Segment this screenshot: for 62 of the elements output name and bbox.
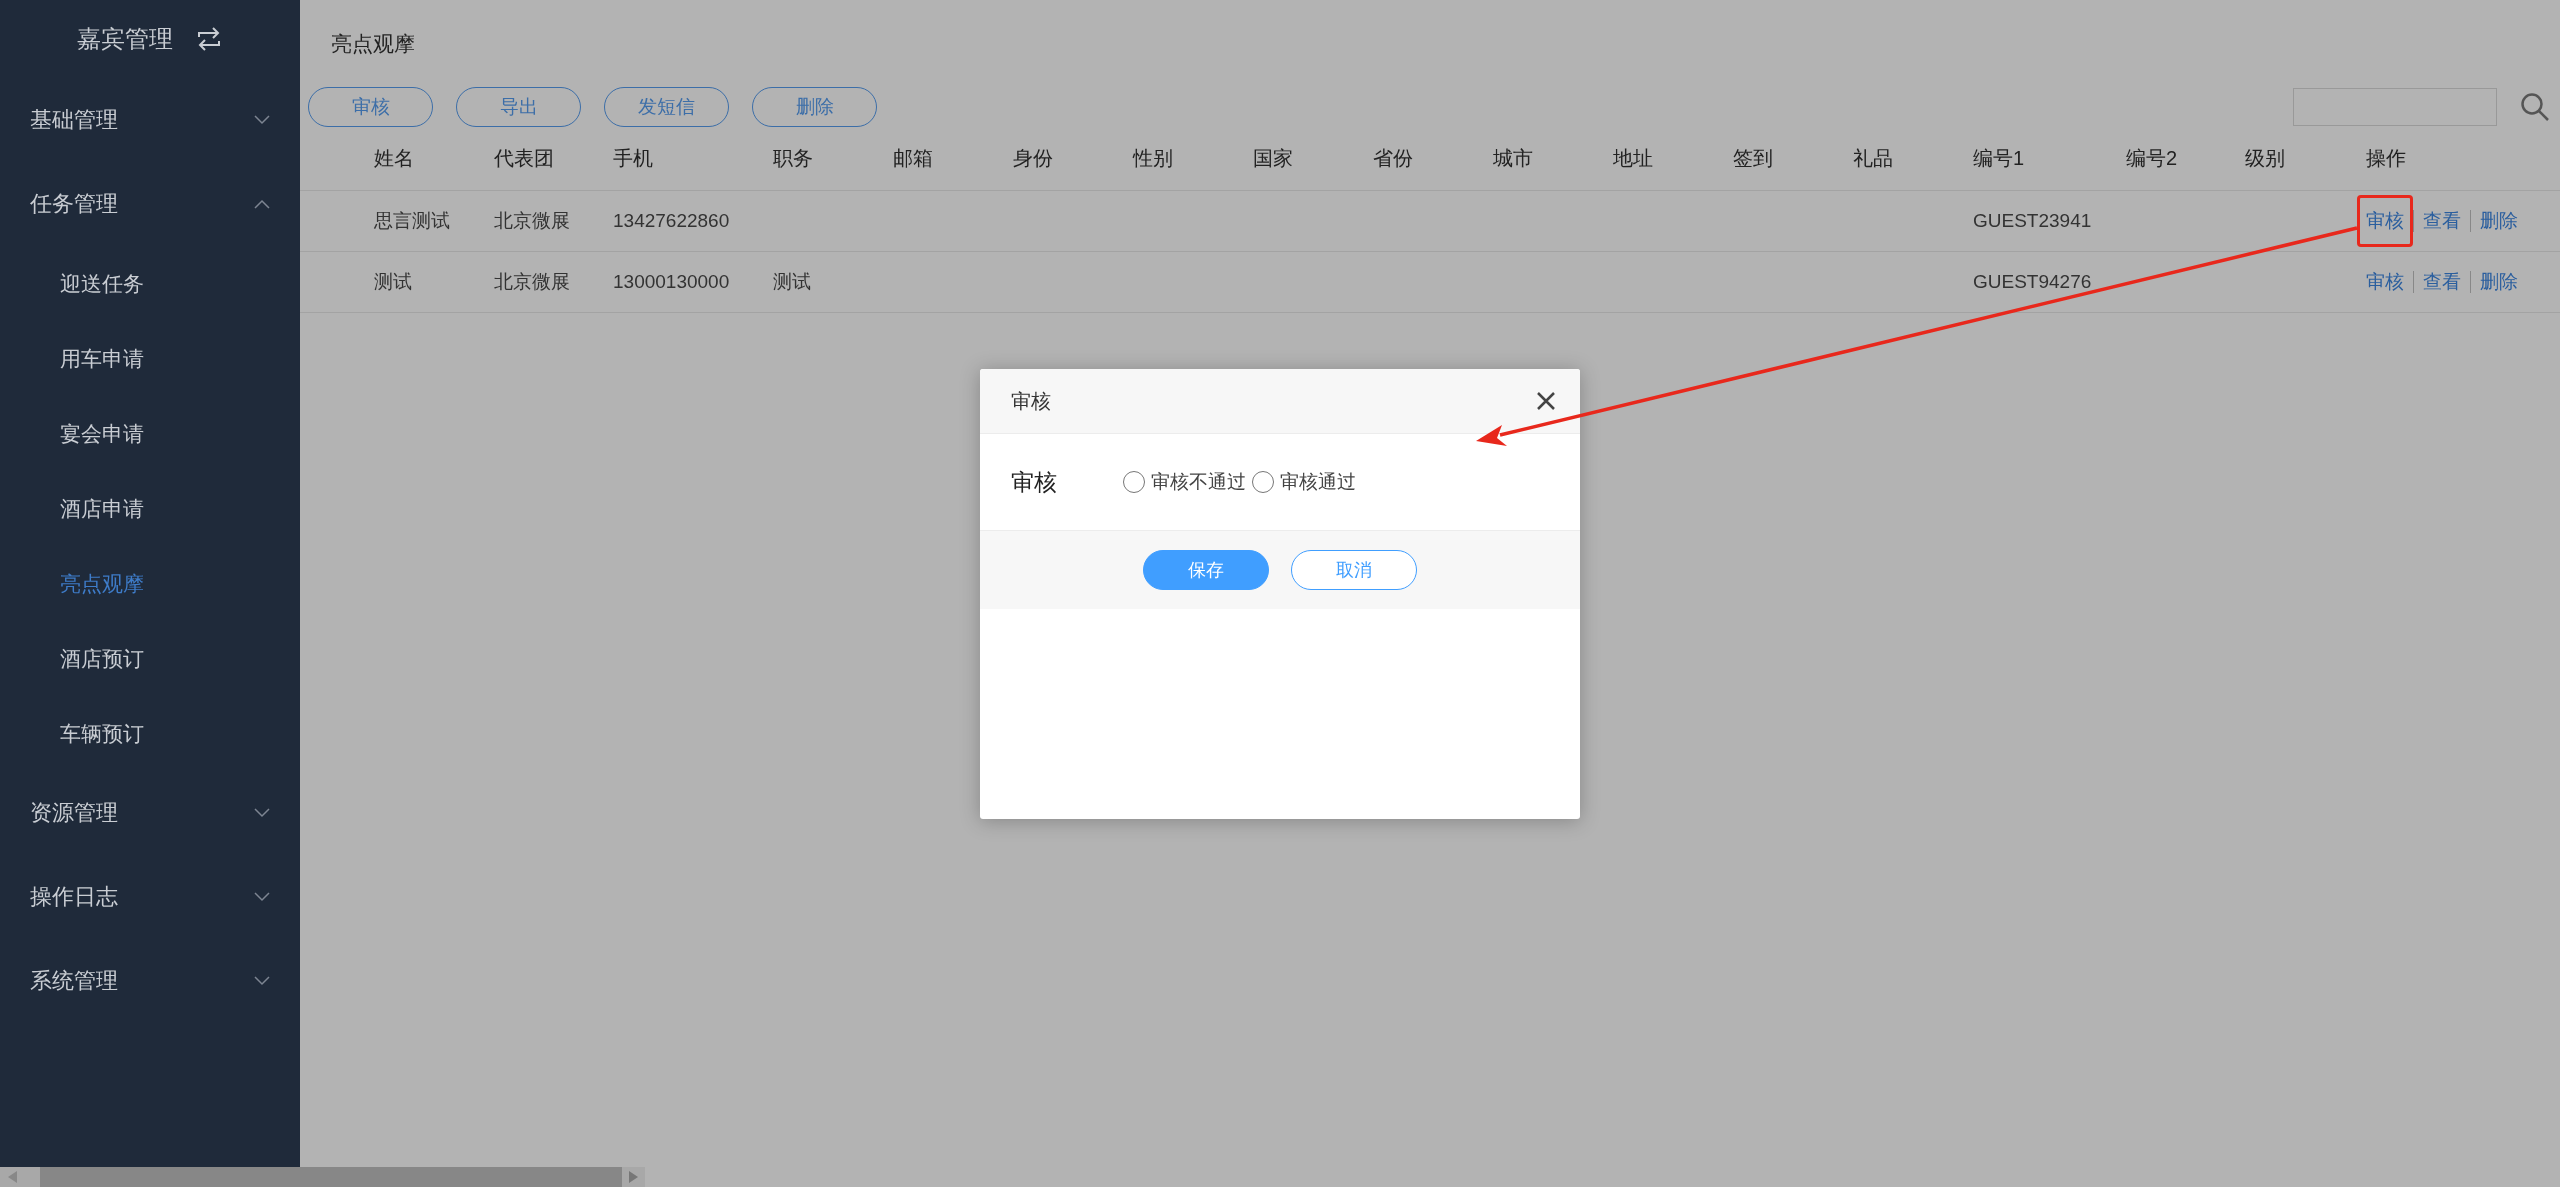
swap-arrows-icon[interactable] xyxy=(195,27,223,51)
chevron-down-icon xyxy=(254,115,270,125)
submenu-item[interactable]: 宴会申请 xyxy=(0,396,300,471)
chevron-down-icon xyxy=(254,892,270,902)
action-link[interactable]: 查看 xyxy=(2414,195,2470,247)
cancel-button[interactable]: 取消 xyxy=(1291,550,1417,590)
column-header: 省份 xyxy=(1373,146,1414,171)
column-header: 操作 xyxy=(2366,146,2407,171)
table-cell-text: 13427622860 xyxy=(613,210,731,232)
column-header: 代表团 xyxy=(494,146,555,171)
submenu-item[interactable]: 亮点观摩 xyxy=(0,546,300,621)
column-header: 礼品 xyxy=(1853,146,1894,171)
table-cell-text: GUEST94276 xyxy=(1973,271,2093,293)
action-link[interactable]: 删除 xyxy=(2471,195,2527,247)
table-cell-text: 北京微展 xyxy=(494,209,571,233)
column-header: 职务 xyxy=(773,146,814,171)
radio-label: 审核不通过 xyxy=(1151,470,1246,494)
submenu-item[interactable]: 酒店申请 xyxy=(0,471,300,546)
column-header: 姓名 xyxy=(374,146,415,171)
submenu-item[interactable]: 车辆预订 xyxy=(0,696,300,771)
action-link[interactable]: 查看 xyxy=(2414,256,2470,308)
column-header: 城市 xyxy=(1493,146,1534,171)
column-header: 地址 xyxy=(1613,146,1654,171)
table-cell-text: GUEST23941 xyxy=(1973,210,2093,232)
column-header: 编号1 xyxy=(1973,146,2026,171)
action-link[interactable]: 审核 xyxy=(2357,195,2413,247)
page-title: 亮点观摩 xyxy=(331,30,415,57)
dialog-title: 审核 xyxy=(1011,388,1051,414)
menu-item[interactable]: 操作日志 xyxy=(0,855,300,939)
column-header: 级别 xyxy=(2245,146,2286,171)
submenu-item[interactable]: 酒店预订 xyxy=(0,621,300,696)
search-field[interactable] xyxy=(2293,88,2497,126)
column-header: 签到 xyxy=(1733,146,1774,171)
field-label: 审核 xyxy=(1011,467,1058,497)
submenu-item[interactable]: 用车申请 xyxy=(0,321,300,396)
column-header: 身份 xyxy=(1013,146,1054,171)
column-header: 国家 xyxy=(1253,146,1294,171)
menu-item[interactable]: 任务管理 xyxy=(0,162,300,246)
column-header: 手机 xyxy=(613,146,654,171)
table-cell-text: 思言测试 xyxy=(374,209,451,233)
submenu-item[interactable]: 迎送任务 xyxy=(0,246,300,321)
app-title: 嘉宾管理 xyxy=(77,24,173,54)
table-cell-text: 测试 xyxy=(773,270,812,294)
horizontal-scrollbar[interactable] xyxy=(0,1167,645,1187)
column-header: 性别 xyxy=(1133,146,1174,171)
table-cell-text: 13000130000 xyxy=(613,271,731,293)
action-link[interactable]: 删除 xyxy=(2471,256,2527,308)
chevron-down-icon xyxy=(254,808,270,818)
column-header: 编号2 xyxy=(2126,146,2179,171)
table-cell-text: 测试 xyxy=(374,270,413,294)
action-link[interactable]: 审核 xyxy=(2357,256,2413,308)
menu-item[interactable]: 系统管理 xyxy=(0,939,300,1023)
table-cell-text: 北京微展 xyxy=(494,270,571,294)
column-header: 邮箱 xyxy=(893,146,934,171)
chevron-down-icon xyxy=(254,976,270,986)
menu-item[interactable]: 资源管理 xyxy=(0,771,300,855)
search-icon[interactable] xyxy=(2520,92,2550,122)
chevron-up-icon xyxy=(254,199,270,209)
save-button[interactable]: 保存 xyxy=(1143,550,1269,590)
radio-label: 审核通过 xyxy=(1280,470,1356,494)
menu-item[interactable]: 基础管理 xyxy=(0,78,300,162)
close-icon[interactable] xyxy=(1536,391,1556,411)
